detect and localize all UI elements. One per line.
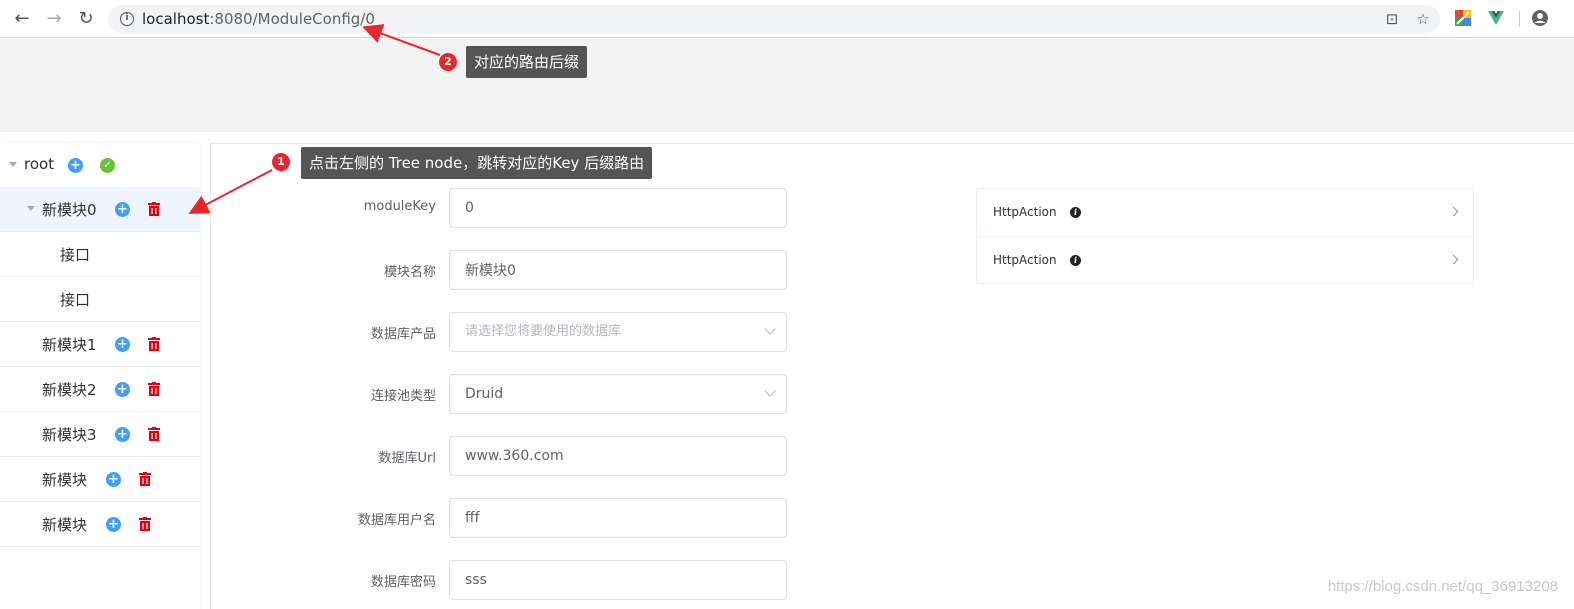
module-name-label: 模块名称 (383, 265, 436, 280)
pool-type-value: Druid (465, 386, 504, 402)
delete-trash-icon[interactable] (148, 337, 160, 351)
tree-node-interface[interactable]: 接口 (0, 277, 200, 322)
delete-trash-icon[interactable] (148, 202, 160, 216)
annotation-badge-2: 2 (438, 52, 458, 72)
caret-down-icon[interactable] (9, 162, 17, 167)
module-tree: root + ✓ 新模块0 + 接口 接口 新模块1 + 新模块2 + 新模块3… (0, 143, 200, 609)
main-panel-border (210, 143, 1574, 144)
tree-node-module-new[interactable]: 新模块 + (0, 457, 200, 502)
tree-node-label: 新模块1 (42, 336, 97, 354)
pool-type-label: 连接池类型 (370, 389, 436, 404)
tree-node-module-2[interactable]: 新模块2 + (0, 367, 200, 412)
tree-node-module-0[interactable]: 新模块0 + (0, 187, 200, 232)
add-node-plus-icon[interactable]: + (106, 472, 121, 487)
chevron-right-icon[interactable] (1448, 254, 1459, 265)
toolbar-separator (1519, 11, 1520, 27)
chevron-right-icon[interactable] (1448, 206, 1459, 217)
module-key-label: moduleKey (363, 199, 436, 214)
http-action-label: HttpAction (993, 253, 1057, 267)
add-node-plus-icon[interactable]: + (115, 202, 130, 217)
tree-node-label: 新模块0 (42, 201, 97, 219)
tree-node-label: 接口 (60, 246, 91, 264)
module-name-input[interactable] (449, 250, 787, 290)
delete-trash-icon[interactable] (148, 382, 160, 396)
delete-trash-icon[interactable] (139, 472, 151, 486)
db-password-label: 数据库密码 (370, 575, 436, 590)
browser-toolbar: ← → ↻ i localhost:8080/ModuleConfig/0 ⊡ … (0, 0, 1574, 38)
page-header-band (0, 39, 1574, 132)
caret-down-icon[interactable] (27, 206, 35, 211)
reload-icon[interactable]: ↻ (76, 9, 96, 29)
db-username-label: 数据库用户名 (357, 513, 436, 528)
db-password-input[interactable] (449, 560, 787, 600)
tree-node-label: 新模块 (42, 471, 88, 489)
back-arrow-icon[interactable]: ← (12, 9, 32, 29)
delete-trash-icon[interactable] (148, 427, 160, 441)
profile-avatar-icon[interactable] (1531, 9, 1549, 27)
add-node-plus-icon[interactable]: + (68, 158, 83, 173)
tree-node-module-3[interactable]: 新模块3 + (0, 412, 200, 457)
url-text[interactable]: localhost:8080/ModuleConfig/0 (142, 10, 375, 28)
http-action-label: HttpAction (993, 205, 1057, 219)
db-product-select[interactable]: 请选择您将要使用的数据库 (449, 312, 787, 352)
tree-node-label: 新模块2 (42, 381, 97, 399)
http-action-item[interactable]: HttpAction i (977, 189, 1473, 236)
annotation-badge-1: 1 (271, 152, 291, 172)
annotation-callout-1: 点击左侧的 Tree node，跳转对应的Key 后缀路由 (301, 147, 653, 179)
module-key-input[interactable] (449, 188, 787, 228)
forward-arrow-icon[interactable]: → (44, 9, 64, 29)
db-product-label: 数据库产品 (370, 327, 436, 342)
add-node-plus-icon[interactable]: + (106, 517, 121, 532)
watermark-text: https://blog.csdn.net/qq_36913208 (1327, 578, 1558, 595)
info-icon[interactable]: i (1070, 207, 1081, 218)
http-action-item[interactable]: HttpAction i (977, 236, 1473, 283)
site-info-icon[interactable]: i (120, 12, 134, 26)
url-host: localhost (142, 10, 210, 28)
main-panel-border (210, 143, 211, 609)
confirm-check-icon[interactable]: ✓ (100, 158, 115, 173)
info-icon[interactable]: i (1070, 255, 1081, 266)
url-path: :8080/ModuleConfig/0 (209, 10, 375, 28)
add-node-plus-icon[interactable]: + (115, 337, 130, 352)
tree-node-label: 新模块3 (42, 426, 97, 444)
delete-trash-icon[interactable] (139, 517, 151, 531)
extension-colorful-icon[interactable] (1454, 9, 1472, 27)
bookmark-star-icon[interactable]: ☆ (1413, 9, 1433, 29)
http-action-list: HttpAction i HttpAction i (976, 188, 1474, 284)
chevron-down-icon (764, 323, 776, 335)
tree-node-label: 新模块 (42, 516, 88, 534)
db-product-placeholder: 请选择您将要使用的数据库 (465, 324, 622, 339)
add-node-plus-icon[interactable]: + (115, 427, 130, 442)
tree-node-root[interactable]: root + ✓ (0, 143, 200, 188)
address-bar[interactable]: i localhost:8080/ModuleConfig/0 ⊡ ☆ (108, 5, 1440, 33)
db-url-input[interactable] (449, 436, 787, 476)
chevron-down-icon (764, 385, 776, 397)
pool-type-select[interactable]: Druid (449, 374, 787, 414)
add-node-plus-icon[interactable]: + (115, 382, 130, 397)
tree-node-module-new[interactable]: 新模块 + (0, 502, 200, 547)
annotation-callout-2: 对应的路由后缀 (466, 46, 588, 78)
tree-node-module-1[interactable]: 新模块1 + (0, 322, 200, 367)
db-username-input[interactable] (449, 498, 787, 538)
tree-node-interface[interactable]: 接口 (0, 232, 200, 277)
vue-devtools-icon[interactable] (1487, 9, 1505, 27)
tree-node-label: 接口 (60, 291, 91, 309)
db-url-label: 数据库Url (378, 451, 436, 466)
tree-node-label: root (24, 155, 55, 173)
translate-icon[interactable]: ⊡ (1382, 9, 1402, 29)
